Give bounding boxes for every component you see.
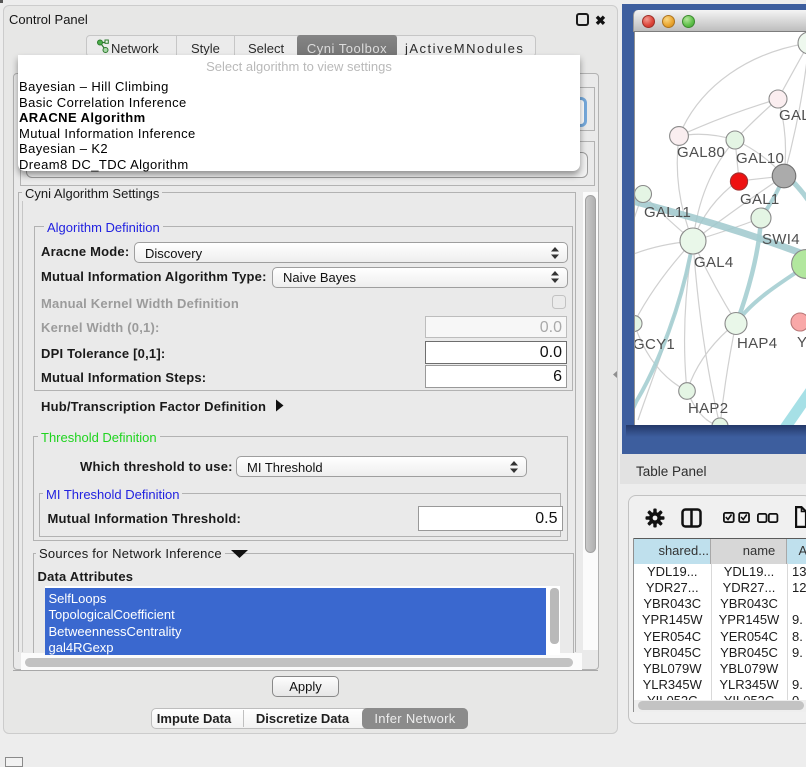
- svg-text:GAL10: GAL10: [736, 150, 784, 167]
- svg-text:GAL80: GAL80: [677, 144, 725, 161]
- svg-text:HAP2: HAP2: [688, 400, 728, 417]
- svg-text:SWI4: SWI4: [762, 231, 800, 248]
- svg-text:GAL7: GAL7: [779, 107, 806, 124]
- svg-text:GAL4: GAL4: [694, 254, 734, 271]
- svg-text:GAL1: GAL1: [740, 191, 780, 208]
- svg-text:GCY1: GCY1: [635, 336, 675, 353]
- svg-text:HAP4: HAP4: [737, 335, 777, 352]
- svg-text:Y: Y: [797, 334, 806, 351]
- svg-text:GAL11: GAL11: [644, 204, 691, 221]
